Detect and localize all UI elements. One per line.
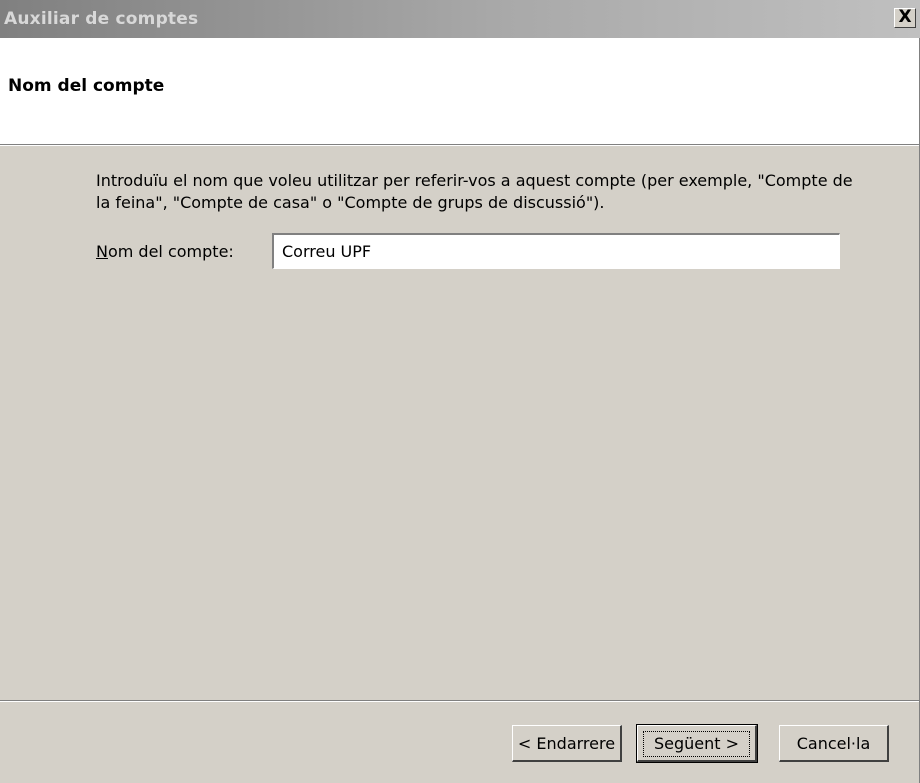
account-name-label-accelerator: N (96, 242, 108, 261)
cancel-button[interactable]: Cancel·la (779, 725, 889, 762)
close-button[interactable]: X (894, 8, 916, 28)
footer-divider (0, 700, 919, 702)
wizard-header: Nom del compte (0, 38, 919, 144)
next-button[interactable]: Següent > (636, 724, 758, 763)
page-title: Nom del compte (8, 76, 165, 96)
header-divider (0, 144, 919, 146)
instruction-text: Introduïu el nom que voleu utilitzar per… (96, 171, 853, 212)
account-wizard-window: Auxiliar de comptes X Nom del compte Int… (0, 0, 920, 783)
window-title: Auxiliar de comptes (4, 9, 199, 29)
account-name-label: Nom del compte: (96, 242, 234, 261)
title-bar[interactable]: Auxiliar de comptes X (0, 0, 920, 38)
close-icon: X (898, 7, 912, 27)
account-name-input[interactable] (272, 233, 840, 269)
back-button[interactable]: < Endarrere (512, 725, 622, 762)
next-button-label: Següent > (643, 731, 750, 757)
account-name-label-text: om del compte: (107, 242, 234, 261)
